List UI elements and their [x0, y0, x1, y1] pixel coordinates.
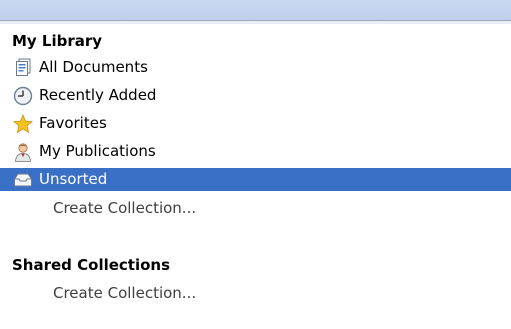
sidebar-item-unsorted[interactable]: Unsorted [0, 168, 511, 191]
sidebar-item-label: Recently Added [39, 86, 157, 104]
my-library-header: My Library [12, 32, 103, 50]
documents-icon [13, 58, 33, 78]
shared-collections-header: Shared Collections [12, 256, 171, 274]
create-shared-collection-link[interactable]: Create Collection... [53, 282, 196, 304]
create-collection-link[interactable]: Create Collection... [53, 197, 196, 219]
sidebar-item-label: All Documents [39, 58, 148, 76]
sidebar-item-label: Unsorted [39, 170, 108, 188]
library-sidebar: My Library All Documents Recently Added [0, 24, 511, 329]
person-icon [13, 142, 33, 162]
panel-header-strip [0, 0, 511, 20]
sidebar-item-label: Favorites [39, 114, 107, 132]
star-icon [12, 113, 34, 134]
tray-icon [13, 170, 33, 190]
sidebar-item-recently-added[interactable]: Recently Added [0, 84, 511, 107]
sidebar-item-label: My Publications [39, 142, 156, 160]
sidebar-item-favorites[interactable]: Favorites [0, 112, 511, 135]
sidebar-item-all-documents[interactable]: All Documents [0, 56, 511, 79]
clock-icon [13, 86, 33, 106]
sidebar-item-my-publications[interactable]: My Publications [0, 140, 511, 163]
